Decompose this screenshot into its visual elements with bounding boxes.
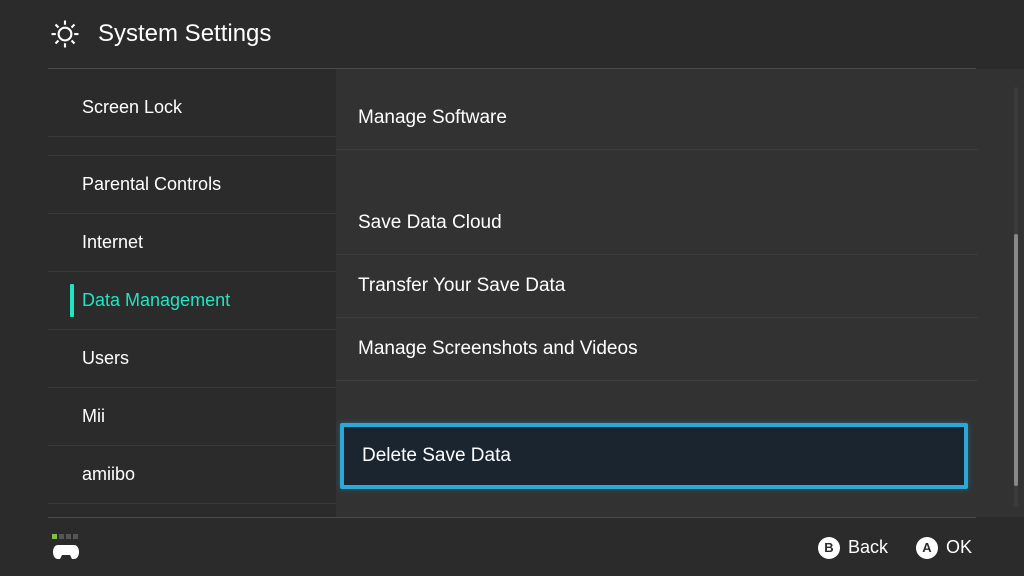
back-button[interactable]: B Back: [818, 537, 888, 559]
option-label: Transfer Your Save Data: [358, 275, 565, 296]
controller-icon[interactable]: [52, 543, 80, 561]
page-title: System Settings: [98, 20, 271, 48]
sidebar-item-users[interactable]: Users: [48, 330, 336, 388]
sidebar-item-mii[interactable]: Mii: [48, 388, 336, 446]
sidebar-item-label: Screen Lock: [82, 97, 182, 117]
option-manage-screenshots[interactable]: Manage Screenshots and Videos: [336, 318, 978, 381]
sidebar: Screen Lock Parental Controls Internet D…: [48, 69, 336, 517]
option-label: Delete Save Data: [362, 445, 511, 466]
option-manage-software[interactable]: Manage Software: [336, 87, 978, 150]
player-dot-2: [59, 534, 64, 539]
sidebar-item-amiibo[interactable]: amiibo: [48, 446, 336, 504]
a-button-icon: A: [916, 537, 938, 559]
sidebar-item-data-management[interactable]: Data Management: [48, 272, 336, 330]
option-gap: [336, 381, 978, 423]
option-label: Save Data Cloud: [358, 212, 502, 233]
player-dots: [52, 534, 80, 539]
body: Screen Lock Parental Controls Internet D…: [0, 69, 1024, 517]
sidebar-item-internet[interactable]: Internet: [48, 214, 336, 272]
sidebar-item-label: amiibo: [82, 464, 135, 484]
player-dot-1: [52, 534, 57, 539]
scrollbar[interactable]: [1014, 87, 1018, 507]
ok-button[interactable]: A OK: [916, 537, 972, 559]
b-button-icon: B: [818, 537, 840, 559]
ok-label: OK: [946, 537, 972, 558]
header: System Settings: [0, 0, 1024, 68]
option-label: Manage Software: [358, 107, 507, 128]
option-delete-save-data[interactable]: Delete Save Data: [340, 423, 968, 489]
sidebar-item-label: Mii: [82, 406, 105, 426]
controller-indicator: [52, 534, 80, 561]
sidebar-item-label: Data Management: [82, 290, 230, 310]
option-transfer-save-data[interactable]: Transfer Your Save Data: [336, 255, 978, 318]
sidebar-item-label: Internet: [82, 232, 143, 252]
option-save-data-cloud[interactable]: Save Data Cloud: [336, 192, 978, 255]
footer: B Back A OK: [48, 517, 976, 576]
sidebar-item-label: Users: [82, 348, 129, 368]
sidebar-item-screen-lock[interactable]: Screen Lock: [48, 79, 336, 137]
option-gap: [336, 150, 978, 192]
main-panel: Manage Software Save Data Cloud Transfer…: [336, 69, 1024, 517]
player-dot-4: [73, 534, 78, 539]
player-dot-3: [66, 534, 71, 539]
sidebar-item-parental-controls[interactable]: Parental Controls: [48, 155, 336, 214]
footer-actions: B Back A OK: [818, 537, 972, 559]
option-label: Manage Screenshots and Videos: [358, 338, 638, 359]
sidebar-item-label: Parental Controls: [82, 174, 221, 194]
back-label: Back: [848, 537, 888, 558]
scrollbar-thumb[interactable]: [1014, 234, 1018, 486]
settings-gear-icon: [48, 17, 82, 51]
main-inner: Manage Software Save Data Cloud Transfer…: [336, 87, 1024, 489]
